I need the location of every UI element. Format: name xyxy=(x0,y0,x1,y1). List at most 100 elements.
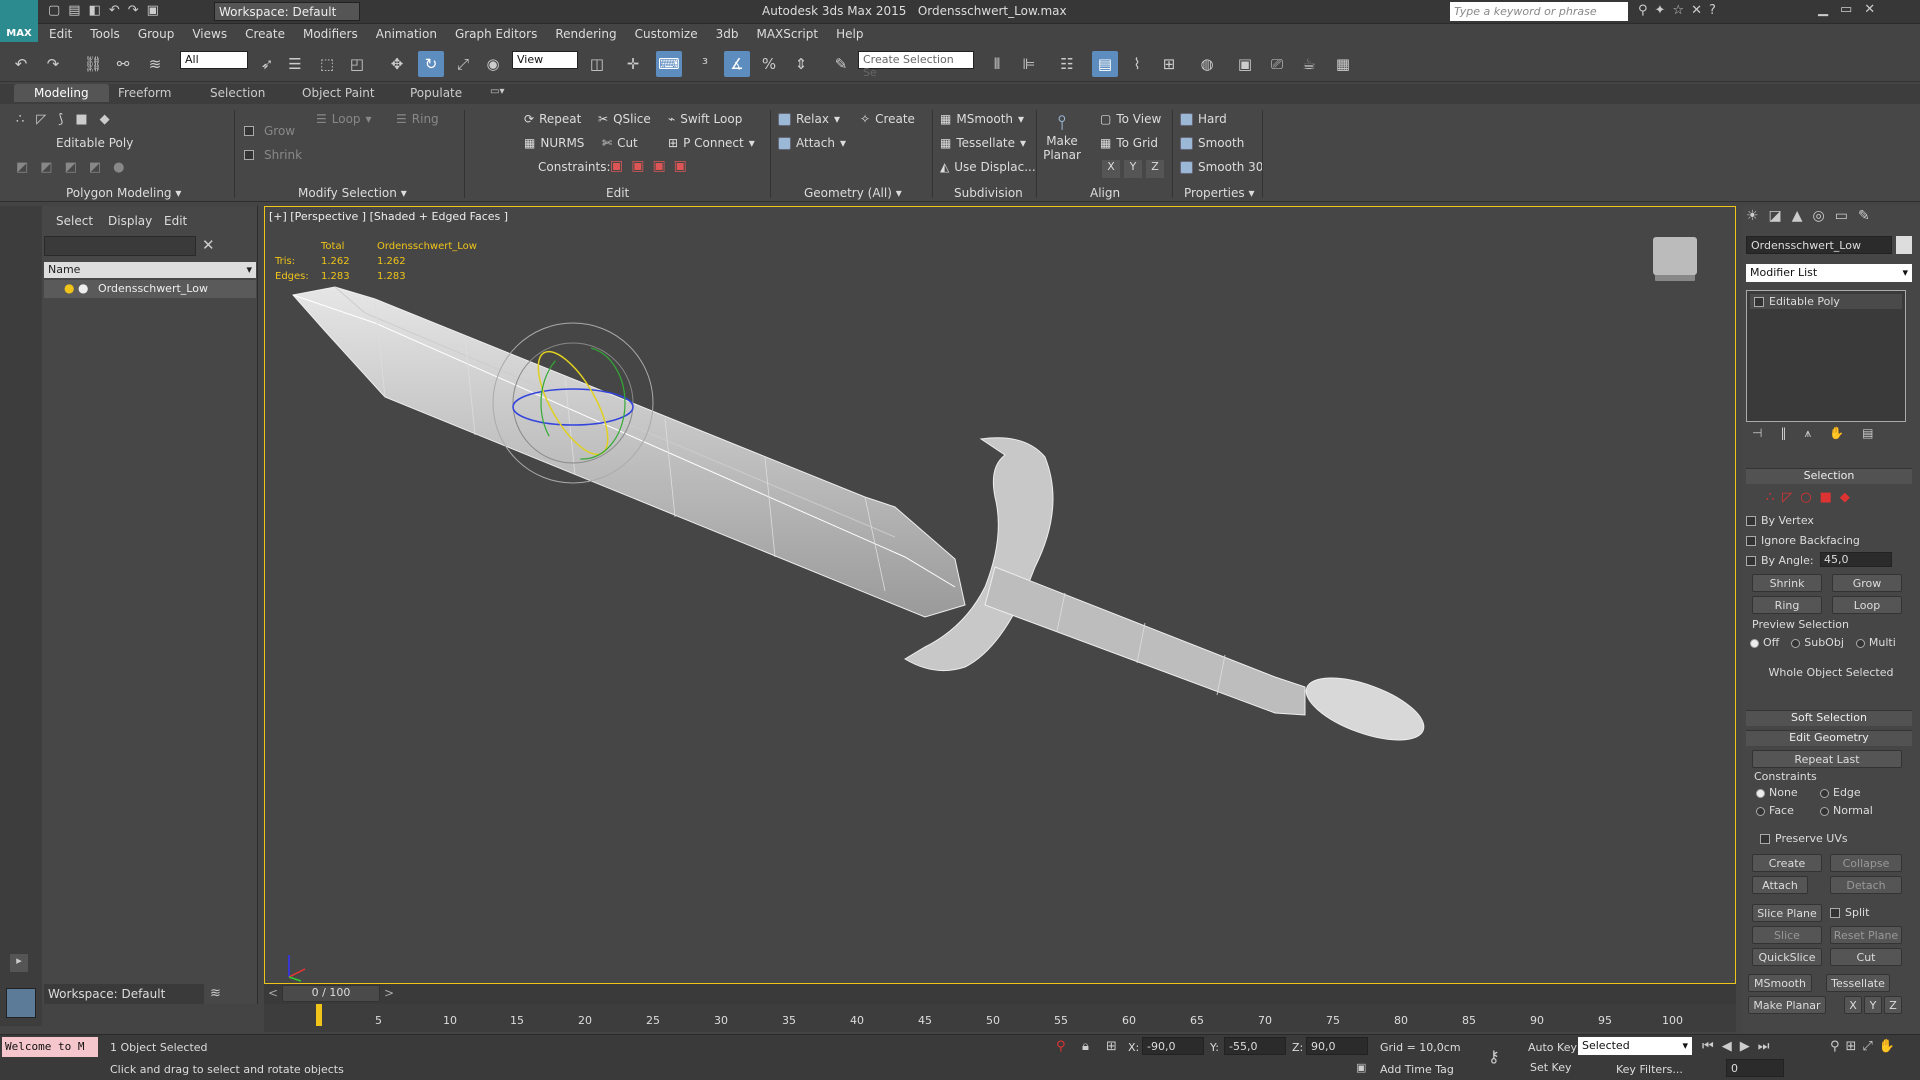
align-z-button[interactable]: Z xyxy=(1146,160,1164,178)
schematic-view-icon[interactable]: ⊞ xyxy=(1156,51,1182,77)
repeat-button[interactable]: ⟳ Repeat xyxy=(524,112,581,126)
stack-item-editable-poly[interactable]: Editable Poly xyxy=(1750,294,1902,309)
ribbon-options-icon[interactable]: ▭▾ xyxy=(490,86,504,97)
place-icon[interactable]: ◉ xyxy=(480,51,506,77)
object-name-field[interactable]: Ordensschwert_Low xyxy=(1746,236,1892,254)
object-color-swatch[interactable] xyxy=(1896,236,1912,254)
viewport-nav-icons[interactable]: ⚲⊞⤢✋ xyxy=(1830,1039,1901,1054)
sword-mesh[interactable] xyxy=(265,207,1735,983)
group-properties[interactable]: Properties ▾ xyxy=(1184,186,1255,200)
sword-pommel[interactable] xyxy=(1299,665,1432,753)
attach-button[interactable]: Attach xyxy=(1752,876,1808,894)
create-button[interactable]: Create xyxy=(1752,854,1822,872)
tessellate-button[interactable]: Tessellate xyxy=(1826,974,1890,992)
tab-modeling[interactable]: Modeling xyxy=(14,84,109,102)
menu-edit[interactable]: Edit xyxy=(40,24,81,44)
menu-rendering[interactable]: Rendering xyxy=(546,24,625,44)
reset-plane-button[interactable]: Reset Plane xyxy=(1830,926,1902,944)
grow-button[interactable]: Grow xyxy=(1832,574,1902,592)
isolate-icon[interactable]: ⚲ xyxy=(1056,1039,1066,1054)
repeat-last-button[interactable]: Repeat Last xyxy=(1752,750,1902,768)
make-planar-button[interactable]: ⫯ Make Planar xyxy=(1042,110,1082,162)
shrink-button[interactable]: Shrink xyxy=(244,148,302,162)
scene-explorer-icon[interactable]: ▤ xyxy=(1092,51,1118,77)
mirror-icon[interactable]: ⫴ xyxy=(984,51,1010,77)
percent-snap-icon[interactable]: % xyxy=(756,51,782,77)
abs-mode-icon[interactable]: ⊞ xyxy=(1106,1039,1117,1054)
add-time-tag[interactable]: Add Time Tag xyxy=(1380,1063,1454,1076)
preserve-uvs-checkbox[interactable]: Preserve UVs xyxy=(1760,832,1920,845)
group-modify-selection[interactable]: Modify Selection ▾ xyxy=(298,186,407,200)
manipulate-icon[interactable]: ✛ xyxy=(620,51,646,77)
workspace-selector[interactable]: Workspace: Default xyxy=(44,984,204,1004)
selection-rollout[interactable]: Selection xyxy=(1746,468,1912,484)
explorer-row-object[interactable]: ● ● Ordensschwert_Low xyxy=(44,280,256,298)
planar-z-button[interactable]: Z xyxy=(1884,996,1902,1014)
smooth-button[interactable]: Smooth xyxy=(1180,136,1244,150)
material-editor-icon[interactable]: ◍ xyxy=(1194,51,1220,77)
viewcube[interactable] xyxy=(1653,237,1697,275)
detach-button[interactable]: Detach xyxy=(1830,876,1902,894)
playback-controls[interactable]: ⏮◀▶⏭ xyxy=(1702,1039,1777,1054)
name-column-header[interactable]: Name ▾ xyxy=(44,262,256,278)
msmooth-button[interactable]: ▦ MSmooth ▾ xyxy=(940,112,1024,126)
layers-toggle-icon[interactable]: ≋ xyxy=(210,986,221,1001)
redo-icon[interactable]: ↷ xyxy=(40,51,66,77)
align-y-button[interactable]: Y xyxy=(1124,160,1142,178)
constraint-edge-radio[interactable]: Edge xyxy=(1820,786,1920,799)
msmooth-button[interactable]: MSmooth xyxy=(1748,974,1812,992)
align-icon[interactable]: ⊫ xyxy=(1016,51,1042,77)
preview-off-radio[interactable]: Off xyxy=(1750,636,1779,649)
window-crossing-icon[interactable]: ◰ xyxy=(344,51,370,77)
create-button[interactable]: ✧ Create xyxy=(860,112,915,126)
edit-geometry-rollout[interactable]: Edit Geometry xyxy=(1746,730,1912,746)
menu-group[interactable]: Group xyxy=(129,24,184,44)
explorer-tab-select[interactable]: Select xyxy=(56,214,93,228)
tab-populate[interactable]: Populate xyxy=(410,86,462,100)
menu-maxscript[interactable]: MAXScript xyxy=(747,24,827,44)
window-controls[interactable]: ▁▭✕ xyxy=(1818,2,1887,17)
time-slider-thumb[interactable]: 0 / 100 xyxy=(282,985,380,1002)
key-filters-button[interactable]: Key Filters... xyxy=(1616,1063,1683,1076)
scale-icon[interactable]: ⤢ xyxy=(450,51,476,77)
snap-3d-icon[interactable]: ³ xyxy=(692,51,718,77)
align-x-button[interactable]: X xyxy=(1102,160,1120,178)
ring-button[interactable]: ☰ Ring xyxy=(396,112,439,126)
quickslice-button[interactable]: QuickSlice xyxy=(1752,948,1822,966)
menu-graph-editors[interactable]: Graph Editors xyxy=(446,24,546,44)
tessellate-button[interactable]: ▦ Tessellate ▾ xyxy=(940,136,1026,150)
sword-blade[interactable] xyxy=(292,286,966,618)
preview-multi-radio[interactable]: Multi xyxy=(1855,636,1896,649)
subobject-icons[interactable]: ∴◸⟆■◆ xyxy=(16,112,122,127)
explorer-tab-edit[interactable]: Edit xyxy=(164,214,187,228)
collapse-button[interactable]: Collapse xyxy=(1830,854,1902,872)
menu-3db[interactable]: 3db xyxy=(707,24,748,44)
bind-spacewarp-icon[interactable]: ≋ xyxy=(142,51,168,77)
z-coordinate-field[interactable]: 90,0 xyxy=(1306,1037,1368,1055)
menu-help[interactable]: Help xyxy=(827,24,872,44)
swift-loop-button[interactable]: ⌁ Swift Loop xyxy=(668,112,742,126)
edit-named-sel-icon[interactable]: ✎ xyxy=(828,51,854,77)
x-coordinate-field[interactable]: -90,0 xyxy=(1142,1037,1204,1055)
time-next-icon[interactable]: > xyxy=(384,986,394,1000)
menu-customize[interactable]: Customize xyxy=(626,24,707,44)
tab-selection[interactable]: Selection xyxy=(210,86,265,100)
group-geometry-all[interactable]: Geometry (All) ▾ xyxy=(804,186,902,200)
constraint-normal-radio[interactable]: Normal xyxy=(1820,804,1920,817)
layers-icon[interactable]: ☷ xyxy=(1054,51,1080,77)
link-icon[interactable]: ⛓ xyxy=(80,51,106,77)
rendered-frame-icon[interactable]: ⎚ xyxy=(1264,51,1290,77)
spinner-snap-icon[interactable]: ⇕ xyxy=(788,51,814,77)
rotate-icon[interactable]: ↻ xyxy=(418,51,444,77)
sword-grip[interactable] xyxy=(984,566,1306,716)
loop-button[interactable]: Loop xyxy=(1832,596,1902,614)
loop-button[interactable]: ☰ Loop ▾ xyxy=(316,112,372,126)
keyboard-override-icon[interactable]: ⌨ xyxy=(656,51,682,77)
tab-freeform[interactable]: Freeform xyxy=(118,86,171,100)
subobject-level-icons[interactable]: ∴◸○■◆ xyxy=(1766,490,1858,505)
time-prev-icon[interactable]: < xyxy=(268,986,278,1000)
lock-icon[interactable]: 🔒︎ xyxy=(1082,1039,1089,1054)
workspace-dropdown[interactable]: Workspace: Default xyxy=(214,2,360,21)
menu-modifiers[interactable]: Modifiers xyxy=(294,24,367,44)
selection-filter-dropdown[interactable]: All xyxy=(180,51,248,69)
